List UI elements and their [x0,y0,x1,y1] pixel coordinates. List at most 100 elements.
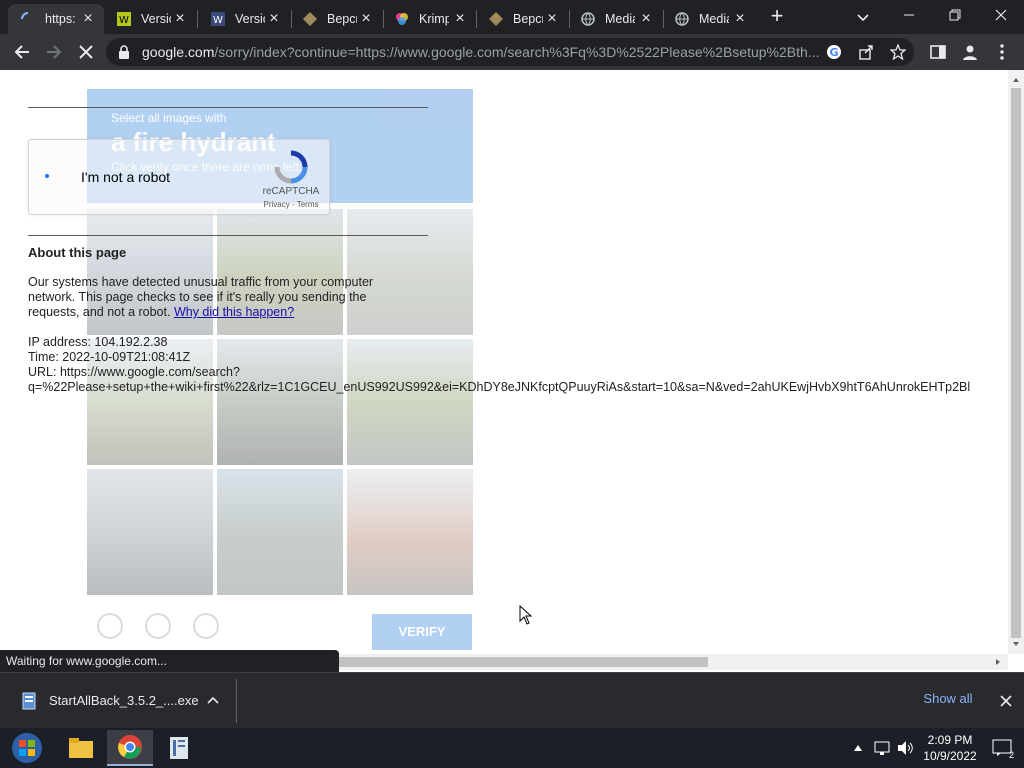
page-viewport: Select all images with a fire hydrant Cl… [0,70,1008,654]
status-bubble: Waiting for www.google.com... [0,650,339,672]
minimize-button[interactable] [886,0,932,30]
wiki-icon: W [210,11,226,27]
tab-title: Krimpl [419,12,449,26]
tab-title: Versio [141,12,171,26]
tab-6[interactable]: Верси × [476,4,568,34]
volume-icon[interactable] [896,738,916,758]
document-app-icon[interactable] [156,730,202,766]
tab-4[interactable]: Верси × [290,4,382,34]
tab-search-icon[interactable] [852,6,874,28]
share-icon[interactable] [856,42,876,62]
about-text: Our systems have detected unusual traffi… [28,275,400,320]
side-panel-icon[interactable] [924,38,952,66]
restore-button[interactable] [932,0,978,30]
google-lens-icon[interactable]: G [824,42,844,62]
close-icon[interactable]: × [732,11,748,27]
lock-icon[interactable] [118,45,130,64]
challenge-tile[interactable] [87,469,213,595]
url-line: URL: https://www.google.com/search? [28,365,240,379]
show-hidden-icons-icon[interactable] [848,738,868,758]
bookmark-star-icon[interactable] [888,42,908,62]
show-all-button[interactable]: Show all [918,691,978,706]
audio-icon[interactable] [145,613,171,639]
recaptcha-widget[interactable]: I'm not a robot reCAPTCHA Privacy - Term… [28,139,330,215]
close-icon[interactable]: × [638,11,654,27]
challenge-tile[interactable] [217,339,343,465]
tab-title: https: [45,12,75,26]
globe-icon [674,11,690,27]
recaptcha-brand: reCAPTCHA [262,186,320,197]
tab-5[interactable]: Krimpl × [382,4,476,34]
tab-8[interactable]: Media × [662,4,756,34]
challenge-instruction: Select all images with [111,111,227,125]
divider [28,235,428,236]
exe-file-icon [22,692,36,710]
tab-strip: https: × W Versio × W Versio × Верси × K… [0,0,1024,34]
captcha-label: I'm not a robot [81,169,171,185]
url-text[interactable]: google.com/sorry/index?continue=https://… [142,44,822,60]
tab-3[interactable]: W Versio × [198,4,290,34]
why-link[interactable]: Why did this happen? [174,305,294,319]
challenge-tile[interactable] [347,469,473,595]
tab-7[interactable]: Media × [568,4,662,34]
close-icon[interactable]: × [80,11,96,27]
clock-time: 2:09 PM [927,733,973,747]
tab-title: Верси [513,12,543,26]
file-explorer-icon[interactable] [58,730,104,766]
tab-1[interactable]: https: × [8,4,104,34]
close-icon[interactable]: × [544,11,560,27]
loading-icon [20,11,36,27]
address-bar[interactable]: google.com/sorry/index?continue=https://… [106,38,914,66]
download-shelf: StartAllBack_3.5.2_....exe Show all [0,672,1024,728]
url-path: /sorry/index?continue=https://www.google… [214,44,820,60]
forward-button[interactable] [40,38,68,66]
svg-text:G: G [830,46,839,59]
tab-2[interactable]: W Versio × [104,4,196,34]
close-icon[interactable]: × [266,11,282,27]
horizontal-scrollbar-thumb[interactable] [338,657,708,667]
back-button[interactable] [8,38,36,66]
system-clock[interactable]: 2:09 PM 10/9/2022 [920,732,980,764]
notification-icon[interactable]: 2 [992,738,1014,760]
notification-count: 2 [1008,750,1014,760]
game-icon [488,11,504,27]
recaptcha-logo-icon [274,150,308,184]
vertical-scrollbar-thumb[interactable] [1011,88,1021,638]
stop-button[interactable] [72,38,100,66]
divider [236,679,237,723]
tab-title: Верси [327,12,357,26]
tab-title: Media [699,12,729,26]
tab-title: Media [605,12,635,26]
profile-icon[interactable] [956,38,984,66]
wiki-icon: W [116,11,132,27]
challenge-tile[interactable] [347,339,473,465]
new-tab-button[interactable]: + [766,5,788,28]
recaptcha-terms-link[interactable]: Privacy - Terms [251,200,331,209]
browser-toolbar: google.com/sorry/index?continue=https://… [0,34,1024,70]
reload-icon[interactable] [97,613,123,639]
clock-date: 10/9/2022 [923,749,977,763]
start-button[interactable] [4,730,50,766]
mouse-cursor-icon [519,604,533,630]
network-icon[interactable] [872,738,892,758]
info-icon[interactable] [193,613,219,639]
challenge-tile[interactable] [217,469,343,595]
divider [28,107,428,108]
chrome-taskbar-icon[interactable] [107,730,153,766]
close-icon[interactable]: × [452,11,468,27]
download-filename[interactable]: StartAllBack_3.5.2_....exe [49,693,199,708]
tab-title: Versio [235,12,265,26]
svg-text:W: W [213,15,223,26]
menu-icon[interactable] [988,38,1016,66]
checkbox-spinner-icon[interactable] [45,174,49,178]
timestamp: Time: 2022-10-09T21:08:41Z [28,350,191,364]
verify-button[interactable]: VERIFY [372,614,472,650]
globe-icon [580,11,596,27]
close-icon[interactable]: × [358,11,374,27]
chevron-up-icon[interactable] [204,691,222,709]
close-window-button[interactable] [978,0,1024,30]
svg-text:W: W [119,15,129,26]
close-icon[interactable]: × [172,11,188,27]
color-wheel-icon [394,11,410,27]
close-icon[interactable] [996,691,1016,711]
